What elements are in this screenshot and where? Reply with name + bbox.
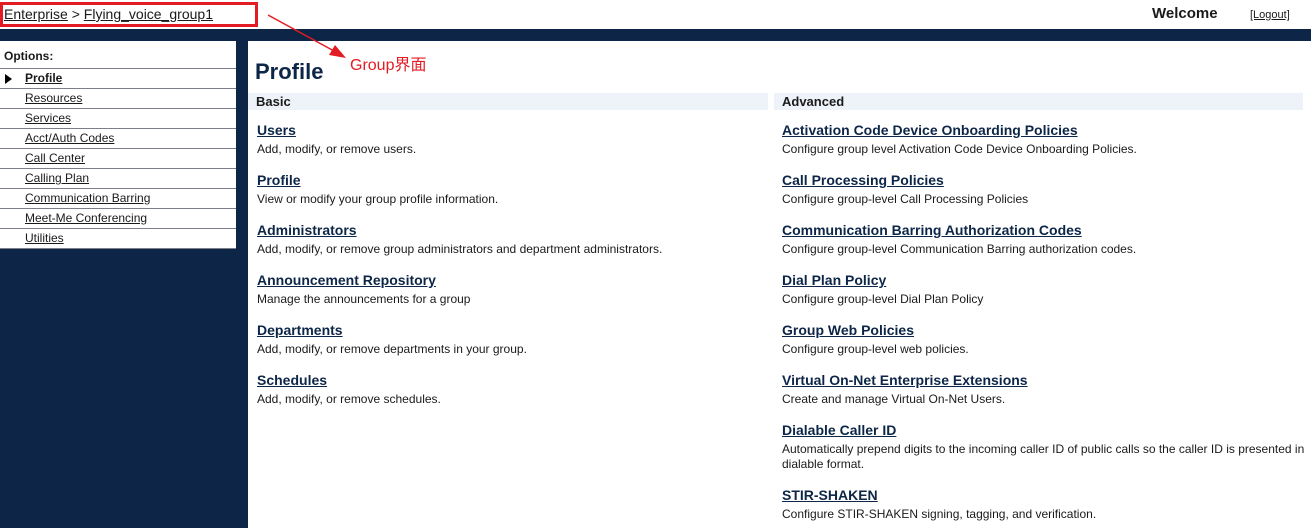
list-item: Communication Barring Authorization Code… (782, 221, 1307, 257)
list-item: Schedules Add, modify, or remove schedul… (257, 371, 767, 407)
list-item: Group Web Policies Configure group-level… (782, 321, 1307, 357)
page-title: Profile (255, 59, 324, 84)
sidebar-item-services[interactable]: Services (0, 108, 236, 128)
options-divider (0, 248, 236, 249)
sidebar-item-label: Resources (25, 91, 83, 105)
options-title: Options: (4, 49, 54, 63)
list-item: Dial Plan Policy Configure group-level D… (782, 271, 1307, 307)
administrators-link[interactable]: Administrators (257, 221, 357, 239)
header-band (0, 29, 1311, 41)
item-description: Configure group-level web policies. (782, 342, 969, 356)
advanced-section-header: Advanced (774, 93, 1303, 110)
sidebar-item-utilities[interactable]: Utilities (0, 228, 236, 248)
list-item: Departments Add, modify, or remove depar… (257, 321, 767, 357)
item-description: Configure group-level Call Processing Po… (782, 192, 1029, 206)
list-item: Virtual On-Net Enterprise Extensions Cre… (782, 371, 1307, 407)
announcement-repository-link[interactable]: Announcement Repository (257, 271, 436, 289)
item-description: Configure STIR-SHAKEN signing, tagging, … (782, 507, 1097, 521)
sidebar-item-call-center[interactable]: Call Center (0, 148, 236, 168)
annotation-highlight-box (0, 2, 258, 27)
sidebar-item-label: Services (25, 111, 72, 125)
item-description: Add, modify, or remove schedules. (257, 392, 441, 406)
list-item: Administrators Add, modify, or remove gr… (257, 221, 767, 257)
virtual-on-net-extensions-link[interactable]: Virtual On-Net Enterprise Extensions (782, 371, 1028, 389)
sidebar-item-resources[interactable]: Resources (0, 88, 236, 108)
sidebar-item-meet-me-conferencing[interactable]: Meet-Me Conferencing (0, 208, 236, 228)
departments-link[interactable]: Departments (257, 321, 343, 339)
welcome-text: Welcome (1152, 5, 1218, 22)
item-description: Add, modify, or remove group administrat… (257, 242, 663, 256)
active-arrow-icon (5, 74, 12, 84)
list-item: STIR-SHAKEN Configure STIR-SHAKEN signin… (782, 486, 1307, 522)
item-description: Configure group level Activation Code De… (782, 142, 1137, 156)
sidebar-item-calling-plan[interactable]: Calling Plan (0, 168, 236, 188)
item-description: Add, modify, or remove users. (257, 142, 417, 156)
item-description: Configure group-level Communication Barr… (782, 242, 1137, 256)
communication-barring-auth-codes-link[interactable]: Communication Barring Authorization Code… (782, 221, 1082, 239)
item-description: Create and manage Virtual On-Net Users. (782, 392, 1006, 406)
dialable-caller-id-link[interactable]: Dialable Caller ID (782, 421, 896, 439)
basic-section: Users Add, modify, or remove users. Prof… (257, 121, 767, 421)
item-description: Automatically prepend digits to the inco… (782, 442, 1305, 471)
logout-link[interactable]: [Logout] (1250, 9, 1290, 21)
sidebar-item-acct-auth-codes[interactable]: Acct/Auth Codes (0, 128, 236, 148)
profile-link[interactable]: Profile (257, 171, 301, 189)
sidebar-item-label: Utilities (25, 231, 64, 245)
options-menu: Options: Profile Resources Services Acct… (0, 41, 236, 249)
sidebar-item-communication-barring[interactable]: Communication Barring (0, 188, 236, 208)
list-item: Users Add, modify, or remove users. (257, 121, 767, 157)
users-link[interactable]: Users (257, 121, 296, 139)
activation-code-policies-link[interactable]: Activation Code Device Onboarding Polici… (782, 121, 1078, 139)
sidebar-item-label: Call Center (25, 151, 86, 165)
list-item: Dialable Caller ID Automatically prepend… (782, 421, 1307, 472)
main-content: Profile Group界面 Basic Advanced Users Add… (248, 41, 1311, 528)
schedules-link[interactable]: Schedules (257, 371, 327, 389)
advanced-section: Activation Code Device Onboarding Polici… (782, 121, 1307, 528)
list-item: Call Processing Policies Configure group… (782, 171, 1307, 207)
sidebar: Options: Profile Resources Services Acct… (0, 41, 236, 528)
group-web-policies-link[interactable]: Group Web Policies (782, 321, 914, 339)
item-description: View or modify your group profile inform… (257, 192, 499, 206)
sidebar-item-label: Profile (25, 71, 63, 85)
sidebar-item-label: Communication Barring (25, 191, 151, 205)
stir-shaken-link[interactable]: STIR-SHAKEN (782, 486, 878, 504)
basic-section-header: Basic (248, 93, 768, 110)
sidebar-gutter (236, 41, 248, 528)
list-item: Activation Code Device Onboarding Polici… (782, 121, 1307, 157)
list-item: Announcement Repository Manage the annou… (257, 271, 767, 307)
top-bar: Enterprise > Flying_voice_group1 Welcome… (0, 0, 1311, 29)
sidebar-item-label: Acct/Auth Codes (25, 131, 115, 145)
sidebar-item-label: Calling Plan (25, 171, 90, 185)
sidebar-item-profile[interactable]: Profile (0, 68, 236, 88)
item-description: Configure group-level Dial Plan Policy (782, 292, 984, 306)
list-item: Profile View or modify your group profil… (257, 171, 767, 207)
dial-plan-policy-link[interactable]: Dial Plan Policy (782, 271, 886, 289)
item-description: Manage the announcements for a group (257, 292, 471, 306)
sidebar-item-label: Meet-Me Conferencing (25, 211, 148, 225)
annotation-label: Group界面 (350, 57, 427, 74)
call-processing-policies-link[interactable]: Call Processing Policies (782, 171, 944, 189)
item-description: Add, modify, or remove departments in yo… (257, 342, 527, 356)
